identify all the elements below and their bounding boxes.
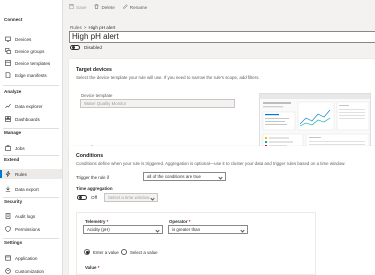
conditions-card: Conditions Conditions define when your r…: [69, 146, 375, 275]
sidebar-item-label: Dashboards: [15, 116, 40, 122]
trigger-label: Trigger the rule if: [76, 175, 110, 180]
device-template-select[interactable]: Water Quality Monitor: [80, 99, 235, 108]
telemetry-label: Telemetry *: [85, 219, 109, 224]
sidebar-item-label: Audit logs: [15, 213, 36, 219]
sidebar-item-label: Customization: [15, 268, 45, 274]
sidebar-item-label: Devices: [15, 36, 32, 42]
sidebar-item-customization[interactable]: Customization: [0, 266, 62, 275]
sidebar-item-permissions[interactable]: Permissions: [0, 224, 62, 234]
breadcrumb-separator: >: [83, 25, 87, 30]
customization-icon: [5, 268, 11, 274]
jobs-icon: [5, 145, 11, 151]
select-value-label: Select a value: [130, 250, 158, 255]
operator-select[interactable]: is greater than: [168, 225, 248, 234]
sidebar-item-label: Data export: [15, 186, 39, 192]
save-icon: [69, 4, 74, 10]
conditions-description: Conditions define when your rule is trig…: [76, 161, 346, 166]
sidebar-section-extend: Extend: [4, 157, 20, 162]
sidebar-item-label: Data explorer: [15, 103, 43, 109]
device-templates-icon: [5, 60, 11, 66]
sidebar-section-manage: Manage: [4, 130, 22, 135]
condition-row: Telemetry * Acidity (pH) Operator * is g…: [76, 212, 316, 275]
operator-select-value: is greater than: [172, 227, 201, 232]
rule-name-input[interactable]: High pH alert: [69, 31, 375, 43]
toggle-knob: [72, 46, 75, 50]
time-window-select[interactable]: Select a time window: [104, 193, 158, 202]
breadcrumb-current: High pH alert: [88, 25, 116, 30]
sidebar: Connect Devices Device groups Device tem…: [0, 0, 63, 275]
time-aggregation-toggle-label: Off: [91, 195, 98, 200]
telemetry-select[interactable]: Acidity (pH): [83, 225, 163, 234]
trash-icon: [94, 4, 99, 10]
target-devices-description: Select the device template your rule wil…: [76, 75, 260, 80]
command-bar: Save Delete Rename: [64, 0, 375, 14]
sidebar-item-device-templates[interactable]: Device templates: [0, 58, 62, 68]
sidebar-item-label: Edge manifests: [15, 72, 47, 78]
time-aggregation-toggle[interactable]: [77, 195, 87, 200]
sidebar-item-device-groups[interactable]: Device groups: [0, 46, 62, 56]
sidebar-item-label: Jobs: [15, 145, 25, 151]
rename-button[interactable]: Rename: [123, 4, 147, 10]
sidebar-section-settings: Settings: [4, 240, 23, 245]
device-groups-icon: [5, 48, 11, 54]
sidebar-item-label: Device groups: [15, 48, 45, 54]
time-aggregation-label: Time aggregation: [76, 186, 113, 191]
sidebar-item-dashboards[interactable]: Dashboards: [0, 114, 62, 124]
toggle-knob: [79, 196, 82, 200]
permissions-icon: [5, 226, 11, 232]
telemetry-select-value: Acidity (pH): [87, 227, 110, 232]
devices-icon: [5, 36, 11, 42]
sidebar-section-security: Security: [4, 199, 23, 204]
dashboards-icon: [5, 116, 11, 122]
data-export-icon: [5, 186, 11, 192]
application-icon: [5, 255, 11, 261]
trigger-select[interactable]: all of the conditions are true: [143, 172, 226, 181]
sidebar-item-label: Rules: [15, 171, 27, 177]
breadcrumb: Rules > High pH alert: [70, 25, 115, 30]
rules-icon: [5, 171, 11, 177]
save-button[interactable]: Save: [69, 4, 86, 10]
rename-label: Rename: [129, 4, 148, 10]
sidebar-item-data-explorer[interactable]: Data explorer: [0, 101, 62, 111]
sidebar-section-analyze: Analyze: [4, 89, 22, 94]
sidebar-item-label: Application: [15, 255, 38, 261]
sidebar-item-application[interactable]: Application: [0, 253, 62, 263]
sidebar-item-jobs[interactable]: Jobs: [0, 143, 62, 153]
sidebar-item-label: Device templates: [15, 60, 51, 66]
data-explorer-icon: [5, 103, 11, 109]
delete-button[interactable]: Delete: [94, 4, 115, 10]
device-template-label: Device template: [81, 93, 113, 98]
save-label: Save: [76, 4, 87, 10]
sidebar-item-rules[interactable]: Rules: [0, 169, 62, 179]
edge-manifests-icon: [5, 72, 11, 78]
breadcrumb-rules-link[interactable]: Rules: [70, 25, 82, 30]
sidebar-item-label: Permissions: [15, 226, 41, 232]
rename-icon: [123, 4, 128, 10]
operator-label: Operator *: [169, 219, 191, 224]
sidebar-item-data-export[interactable]: Data export: [0, 184, 62, 194]
trigger-select-value: all of the conditions are true: [147, 174, 201, 179]
target-devices-title: Target devices: [76, 67, 112, 73]
sidebar-divider: [3, 85, 59, 86]
select-value-radio[interactable]: [121, 249, 127, 255]
enter-value-label: Enter a value: [93, 250, 119, 255]
delete-label: Delete: [101, 4, 115, 10]
sidebar-item-devices[interactable]: Devices: [0, 34, 62, 44]
time-window-placeholder: Select a time window: [108, 195, 150, 200]
audit-logs-icon: [5, 213, 11, 219]
enabled-toggle-label: Disabled: [84, 45, 102, 50]
sidebar-item-edge-manifests[interactable]: Edge manifests: [0, 70, 62, 80]
value-label: Value *: [85, 265, 100, 270]
enabled-toggle[interactable]: [70, 45, 80, 50]
sidebar-section-connect: Connect: [4, 17, 23, 22]
enter-value-radio[interactable]: [84, 249, 90, 255]
sidebar-item-audit-logs[interactable]: Audit logs: [0, 211, 62, 221]
conditions-title: Conditions: [76, 153, 104, 159]
